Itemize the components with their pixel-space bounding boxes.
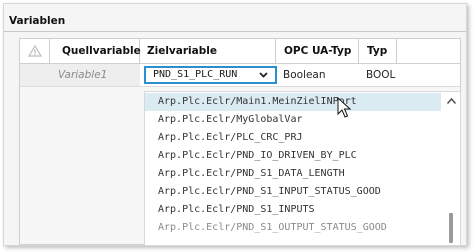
chevron-up-icon[interactable] xyxy=(446,97,457,105)
dropdown-scrollbar[interactable] xyxy=(443,92,460,245)
header-opcua-type[interactable]: OPC UA-Typ xyxy=(276,39,359,63)
dropdown-option[interactable]: Arp.Plc.Eclr/PND_S1_OUTPUT_STATUS_GOOD xyxy=(145,219,441,237)
header-source[interactable]: Quellvariable xyxy=(50,39,141,63)
title-divider xyxy=(4,31,466,32)
row-opcua-cell: Boolean xyxy=(283,69,326,81)
header-target[interactable]: Zielvariable xyxy=(140,39,276,63)
header-icon-cell[interactable] xyxy=(20,39,50,63)
mouse-pointer-icon xyxy=(337,97,352,118)
chevron-down-icon xyxy=(259,72,268,78)
dropdown-option[interactable]: Arp.Plc.Eclr/PND_S1_INPUT_STATUS_GOOD xyxy=(145,183,441,201)
table-header: Quellvariable Zielvariable OPC UA-Typ Ty… xyxy=(20,39,460,64)
dropdown-option[interactable]: Arp.Plc.Eclr/PND_S1_DATA_LENGTH xyxy=(145,165,441,183)
dropdown-option[interactable]: Arp.Plc.Eclr/MyGlobalVar xyxy=(145,111,441,129)
header-type[interactable]: Typ xyxy=(359,39,397,63)
target-variable-value: PND_S1_PLC_RUN xyxy=(153,69,238,80)
target-variable-dropdown[interactable]: Arp.Plc.Eclr/Main1.MeinZielINPort Arp.Pl… xyxy=(144,91,461,246)
dropdown-option[interactable]: Arp.Plc.Eclr/PLC_CRC_PRJ xyxy=(145,129,441,147)
panel-title: Variablen xyxy=(9,15,66,27)
dropdown-option[interactable]: Arp.Plc.Eclr/PND_S1_INPUTS xyxy=(145,201,441,219)
dropdown-option[interactable]: Arp.Plc.Eclr/Main1.MeinZielINPort xyxy=(145,93,441,111)
table-row[interactable]: Variable1 PND_S1_PLC_RUN Boolean BOOL xyxy=(20,64,460,87)
variables-panel: Variablen Quellvariable Zielvariable OPC… xyxy=(3,3,467,246)
scrollbar-thumb[interactable] xyxy=(449,213,453,243)
triangle-warning-icon xyxy=(28,44,42,57)
dropdown-option[interactable]: Arp.Plc.Eclr/PND_IO_DRIVEN_BY_PLC xyxy=(145,147,441,165)
row-type-cell: BOOL xyxy=(366,69,396,81)
row-source-cell: Variable1 xyxy=(58,69,108,81)
target-variable-select[interactable]: PND_S1_PLC_RUN xyxy=(144,66,277,84)
